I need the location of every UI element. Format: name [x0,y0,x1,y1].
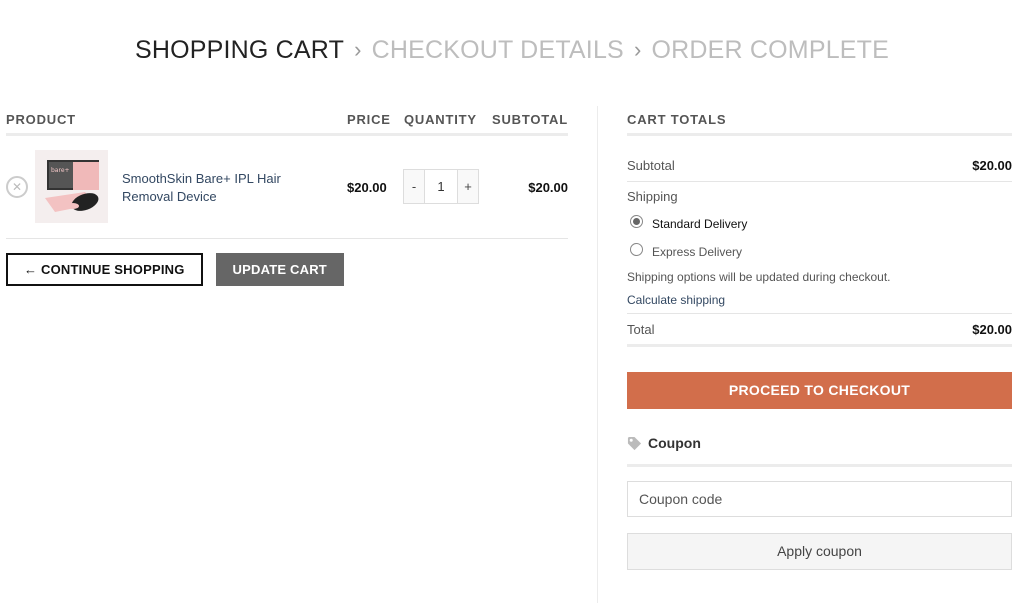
product-thumbnail[interactable]: bare+ [35,150,108,223]
quantity-increase-button[interactable]: + [457,169,479,204]
header-price: PRICE [347,112,391,127]
update-cart-button[interactable]: UPDATE CART [215,253,344,286]
radio-unselected-icon[interactable] [630,243,643,256]
shipping-label: Shipping [627,189,678,204]
shipping-option-label: Express Delivery [652,245,743,259]
subtotal-value: $20.00 [972,158,1012,173]
remove-item-icon[interactable]: ✕ [6,176,28,198]
continue-shopping-button[interactable]: ← CONTINUE SHOPPING [6,253,203,286]
total-value: $20.00 [972,322,1012,337]
coupon-heading: Coupon [627,435,1012,467]
cart-actions: ← CONTINUE SHOPPING UPDATE CART [6,253,344,286]
total-row: Total $20.00 [627,314,1012,347]
item-subtotal: $20.00 [528,180,568,195]
tag-icon [627,436,642,454]
chevron-right-icon: › [633,37,642,63]
svg-text:bare+: bare+ [51,167,70,174]
cart-table: PRODUCT PRICE QUANTITY SUBTOTAL ✕ bare+ … [6,106,568,286]
checkout-steps: SHOPPING CART › CHECKOUT DETAILS › ORDER COM… [0,32,1024,67]
step-checkout-details[interactable]: CHECKOUT DETAILS [372,33,624,67]
subtotal-row: Subtotal $20.00 [627,136,1012,182]
cart-item-row: ✕ bare+ SmoothSkin Bare+ IPL Hair Remova… [6,136,568,239]
step-order-complete: ORDER COMPLETE [651,36,890,65]
product-name-link[interactable]: SmoothSkin Bare+ IPL Hair Removal Device [122,170,302,206]
calculate-shipping-link[interactable]: Calculate shipping [627,292,1012,314]
chevron-right-icon: › [354,37,362,63]
shipping-option-express[interactable]: Express Delivery [627,239,1012,267]
shipping-option-standard[interactable]: Standard Delivery [627,211,1012,239]
coupon-code-input[interactable]: Coupon code [627,481,1012,517]
subtotal-label: Subtotal [627,158,675,173]
header-subtotal: SUBTOTAL [492,112,568,127]
radio-selected-icon[interactable] [630,215,643,228]
header-product: PRODUCT [6,112,76,127]
proceed-to-checkout-button[interactable]: PROCEED TO CHECKOUT [627,372,1012,409]
step-shopping-cart[interactable]: SHOPPING CART [135,33,344,67]
apply-coupon-button[interactable]: Apply coupon [627,533,1012,570]
cart-totals-heading: CART TOTALS [627,106,1012,136]
shipping-note: Shipping options will be updated during … [627,270,891,284]
cart-totals: CART TOTALS Subtotal $20.00 Shipping Sta… [627,106,1012,570]
quantity-input[interactable]: 1 [425,169,457,204]
total-label: Total [627,322,655,337]
product-price: $20.00 [347,180,387,195]
shipping-row: Shipping [627,182,1012,211]
quantity-decrease-button[interactable]: - [403,169,425,204]
column-divider [597,106,598,603]
cart-table-header: PRODUCT PRICE QUANTITY SUBTOTAL [6,106,568,136]
coupon-heading-label: Coupon [648,435,701,451]
header-quantity: QUANTITY [404,112,477,127]
quantity-stepper: - 1 + [403,169,479,204]
shipping-option-label: Standard Delivery [652,217,748,231]
